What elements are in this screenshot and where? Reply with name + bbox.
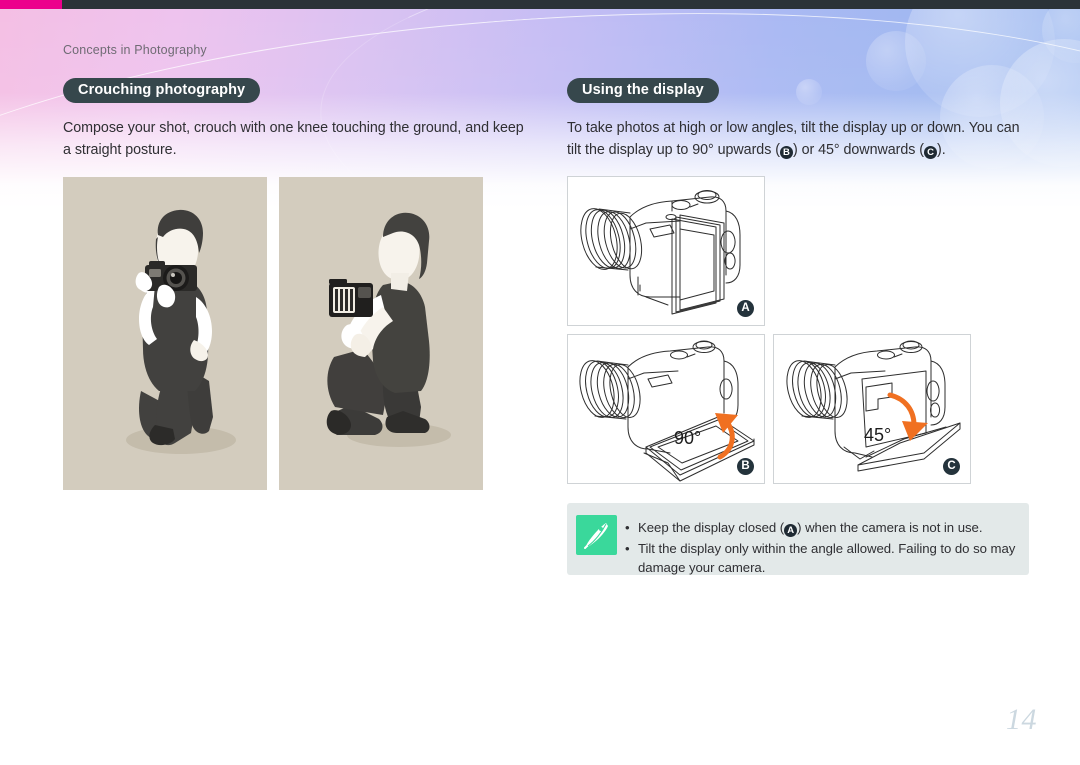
top-dark-bar [0, 0, 1080, 9]
panel-b-badge: B [737, 458, 754, 475]
crouching-photographer-front-figure [63, 177, 267, 490]
top-accent-bar [0, 0, 62, 9]
note-list: • Keep the display closed (A) when the c… [625, 518, 1017, 579]
note-text-1-pre: Keep the display closed ( [638, 520, 785, 535]
crouching-photographer-side-figure [279, 177, 483, 490]
left-body-line-1: Compose your shot, crouch with one knee … [63, 120, 524, 136]
right-body-part-3: ) or 45° downwards ( [792, 141, 924, 158]
right-body-part-4: ). [937, 141, 946, 158]
note-text-2: Tilt the display only within the angle a… [638, 540, 1016, 576]
right-body-part-2: tilt the display up to 90° upwards ( [567, 141, 780, 158]
panel-a-badge: A [737, 300, 754, 317]
note-item-2: • Tilt the display only within the angle… [625, 539, 1017, 578]
pen-note-icon [576, 515, 617, 555]
right-body-text: To take photos at high or low angles, ti… [567, 118, 1029, 161]
left-body-text: Compose your shot, crouch with one knee … [63, 118, 525, 161]
badge-c-inline: C [924, 145, 937, 159]
right-body-part-1: To take photos at high or low angles, ti… [567, 120, 1020, 136]
badge-b-inline: B [779, 145, 793, 159]
page-title-left: Crouching photography [63, 78, 261, 103]
camera-panel-a: A [567, 176, 765, 326]
svg-text:45°: 45° [864, 425, 891, 445]
page-number: 14 [1006, 703, 1037, 736]
note-bullet-1: • [625, 520, 630, 535]
page-title-right: Using the display [567, 78, 719, 103]
left-body-line-2: a straight posture. [63, 141, 177, 158]
breadcrumb: Concepts in Photography [63, 43, 207, 57]
left-column: Crouching photography Compose your shot,… [63, 78, 533, 161]
note-box: • Keep the display closed (A) when the c… [567, 503, 1029, 575]
note-text-1: Keep the display closed (A) when the cam… [638, 518, 1017, 538]
camera-panel-b: 90° B [567, 334, 765, 484]
right-column: Using the display To take photos at high… [567, 78, 1037, 161]
note-bullet-2: • [625, 540, 630, 556]
note-text-1-post: ) when the camera is not in use. [797, 520, 983, 535]
svg-text:90°: 90° [674, 428, 701, 448]
badge-a-inline: A [784, 524, 798, 537]
camera-panel-c: 45° C [773, 334, 971, 484]
note-item-1: • Keep the display closed (A) when the c… [625, 518, 1017, 538]
page-content: Concepts in Photography Crouching photog… [0, 9, 1080, 765]
panel-c-badge: C [943, 458, 960, 475]
